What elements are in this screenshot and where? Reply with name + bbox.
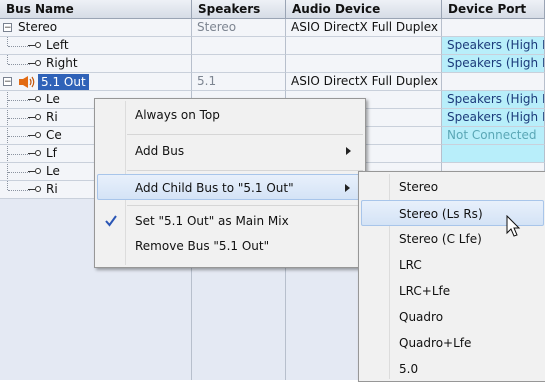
checkmark-icon — [105, 215, 117, 227]
speakers-cell[interactable] — [192, 37, 286, 55]
mouse-cursor-icon — [506, 215, 521, 237]
speakers-cell[interactable]: Stereo — [192, 19, 286, 37]
device-port-cell[interactable] — [442, 73, 545, 91]
channel-knob-icon — [35, 114, 41, 120]
device-port-cell[interactable]: Speakers (High D — [442, 91, 545, 109]
table-row[interactable]: Right Speakers (High D — [0, 55, 545, 73]
device-port-cell[interactable]: Speakers (High D — [442, 55, 545, 73]
audio-device-cell[interactable]: ASIO DirectX Full Duplex — [286, 73, 442, 91]
submenu-item[interactable]: Quadro+Lfe — [359, 330, 545, 356]
context-menu: Always on Top Add Bus Add Child Bus to "… — [94, 98, 366, 268]
bus-name: Left — [46, 38, 69, 52]
bus-name-cell[interactable]: Left — [0, 37, 192, 55]
submenu-item[interactable]: Quadro — [359, 304, 545, 330]
device-port-cell[interactable]: Speakers (High D — [442, 109, 545, 127]
channel-knob-icon — [35, 42, 41, 48]
speaker-icon — [19, 76, 35, 88]
device-port-cell[interactable]: Speakers (High D — [442, 37, 545, 55]
bus-name-cell[interactable]: Right — [0, 55, 192, 73]
table-row[interactable]: − Stereo Stereo ASIO DirectX Full Duplex — [0, 19, 545, 37]
submenu-arrow-icon — [345, 184, 350, 192]
audio-device-cell[interactable] — [286, 55, 442, 73]
submenu-item[interactable]: LRC+Lfe — [359, 278, 545, 304]
speakers-cell[interactable]: 5.1 — [192, 73, 286, 91]
col-header-bus-name[interactable]: Bus Name — [0, 0, 192, 19]
submenu-item[interactable]: Stereo — [359, 174, 545, 200]
channel-knob-icon — [35, 96, 41, 102]
channel-knob-icon — [35, 150, 41, 156]
menu-item-remove-bus[interactable]: Remove Bus "5.1 Out" — [95, 233, 365, 259]
bus-name: Stereo — [18, 20, 58, 34]
submenu-item[interactable]: LRC — [359, 252, 545, 278]
menu-item-add-child-bus[interactable]: Add Child Bus to "5.1 Out" — [97, 174, 363, 200]
device-port-cell[interactable] — [442, 19, 545, 37]
col-header-audio-device[interactable]: Audio Device — [286, 0, 442, 19]
bus-name-selected: 5.1 Out — [38, 74, 89, 90]
menu-item-always-on-top[interactable]: Always on Top — [95, 102, 365, 128]
bus-name: Lf — [46, 146, 57, 160]
bus-name: Right — [46, 56, 78, 70]
col-header-device-port[interactable]: Device Port — [442, 0, 545, 19]
submenu-item[interactable]: 5.0 — [359, 356, 545, 382]
bus-name: Ce — [46, 128, 62, 142]
device-port-cell[interactable]: Not Connected — [442, 127, 545, 145]
bus-name-cell[interactable]: − Stereo — [0, 19, 192, 37]
submenu-arrow-icon — [346, 147, 351, 155]
channel-knob-icon — [35, 186, 41, 192]
menu-item-set-main-mix[interactable]: Set "5.1 Out" as Main Mix — [95, 208, 365, 234]
table-row[interactable]: Left Speakers (High D — [0, 37, 545, 55]
table-row-selected[interactable]: − 5.1 Out 5.1 ASIO DirectX Full Duplex — [0, 73, 545, 91]
collapse-icon[interactable]: − — [3, 23, 12, 33]
menu-item-add-bus[interactable]: Add Bus — [95, 138, 365, 164]
device-port-cell[interactable] — [442, 145, 545, 163]
col-header-speakers[interactable]: Speakers — [192, 0, 286, 19]
audio-device-cell[interactable] — [286, 37, 442, 55]
speakers-cell[interactable] — [192, 55, 286, 73]
bus-name: Ri — [46, 110, 58, 124]
bus-name: Ri — [46, 182, 58, 196]
bus-name: Le — [46, 164, 60, 178]
audio-device-cell[interactable]: ASIO DirectX Full Duplex — [286, 19, 442, 37]
channel-knob-icon — [35, 132, 41, 138]
bus-name-cell[interactable]: − 5.1 Out — [0, 73, 192, 91]
channel-knob-icon — [35, 60, 41, 66]
collapse-icon[interactable]: − — [3, 77, 12, 87]
bus-name: Le — [46, 92, 60, 106]
channel-knob-icon — [35, 168, 41, 174]
child-bus-submenu: Stereo Stereo (Ls Rs) Stereo (C Lfe) LRC… — [358, 171, 545, 382]
